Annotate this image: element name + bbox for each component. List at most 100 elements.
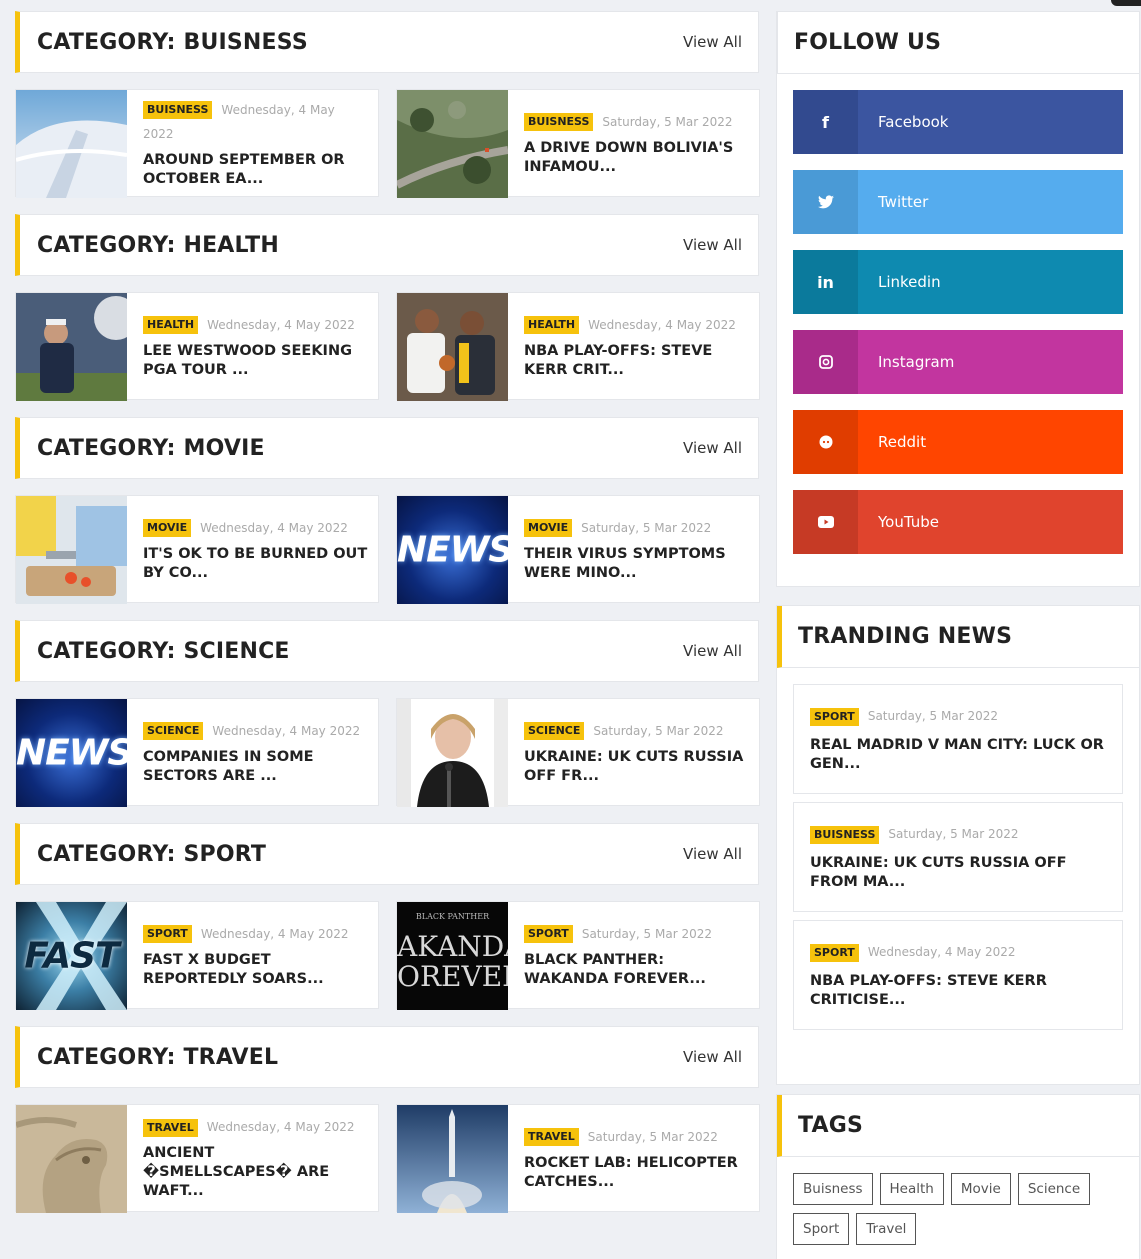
social-label: YouTube [878,513,939,531]
post-headline[interactable]: COMPANIES IN SOME SECTORS ARE ... [143,748,368,786]
category-title: CATEGORY: MOVIE [37,435,265,461]
post-headline[interactable]: ROCKET LAB: HELICOPTER CATCHES... [524,1154,749,1192]
category-section-buisness: CATEGORY: BUISNESS View All BUISNESS Wedn… [15,11,760,214]
post-date: Wednesday, 4 May 2022 [206,1120,355,1134]
social-reddit-button[interactable]: Reddit [793,410,1123,474]
post-headline[interactable]: UKRAINE: UK CUTS RUSSIA OFF FR... [524,748,749,786]
category-badge[interactable]: TRAVEL [524,1128,579,1146]
tag-health[interactable]: Health [879,1173,944,1205]
post-headline[interactable]: LEE WESTWOOD SEEKING PGA TOUR ... [143,342,368,380]
news-card[interactable]: TRAVEL Wednesday, 4 May 2022 ANCIENT �SME… [15,1104,379,1213]
post-headline[interactable]: AROUND SEPTEMBER OR OCTOBER EA... [143,151,368,189]
news-thumbnail[interactable] [397,293,508,401]
category-badge[interactable]: MOVIE [143,519,192,537]
post-headline[interactable]: NBA PLAY-OFFS: STEVE KERR CRIT... [524,342,749,380]
social-facebook-button[interactable]: f Facebook [793,90,1123,154]
category-badge[interactable]: BUISNESS [524,113,594,131]
post-date: Wednesday, 4 May 2022 [212,723,361,738]
post-date: Saturday, 5 Mar 2022 [581,520,712,535]
fast-logo-text: FAST [24,935,119,977]
news-logo-text: NEWS [397,529,508,571]
category-badge[interactable]: SPORT [810,943,859,962]
news-thumbnail[interactable] [397,1105,508,1213]
news-card[interactable]: FAST SPORT Wednesday, 4 May 2022 FAST X B… [15,901,379,1010]
category-badge[interactable]: SCIENCE [524,722,585,740]
category-title: CATEGORY: SPORT [37,841,267,867]
post-headline[interactable]: IT'S OK TO BE BURNED OUT BY CO... [143,545,368,583]
category-badge[interactable]: TRAVEL [143,1118,198,1137]
post-headline[interactable]: NBA PLAY-OFFS: STEVE KERR CRITICISE... [810,972,1106,1010]
category-badge[interactable]: BUISNESS [143,101,213,119]
news-thumbnail[interactable]: BLACK PANTHER AKANDA OREVER [397,902,508,1010]
news-thumbnail[interactable] [397,90,508,198]
category-section-science: CATEGORY: SCIENCE View All NEWS SCIENCE W… [15,620,760,823]
news-card[interactable]: SCIENCE Saturday, 5 Mar 2022 UKRAINE: UK … [396,698,760,807]
social-twitter-button[interactable]: Twitter [793,170,1123,234]
category-header: CATEGORY: HEALTH View All [15,214,759,276]
post-headline[interactable]: REAL MADRID V MAN CITY: LUCK OR GEN... [810,736,1106,774]
view-all-link[interactable]: View All [683,642,742,660]
category-badge[interactable]: SCIENCE [143,722,204,740]
news-card[interactable]: HEALTH Wednesday, 4 May 2022 LEE WESTWOOD… [15,292,379,401]
news-thumbnail[interactable]: FAST [16,902,127,1010]
tag-sport[interactable]: Sport [793,1213,850,1245]
news-thumbnail[interactable] [397,699,508,807]
category-title: CATEGORY: HEALTH [37,232,279,258]
news-thumbnail[interactable] [16,293,127,401]
view-all-link[interactable]: View All [683,439,742,457]
post-date: Wednesday, 4 May 2022 [200,926,349,941]
news-card[interactable]: BLACK PANTHER AKANDA OREVER SPORT Saturda… [396,901,760,1010]
tag-travel[interactable]: Travel [856,1213,917,1245]
news-card[interactable]: TRAVEL Saturday, 5 Mar 2022 ROCKET LAB: H… [396,1104,760,1213]
youtube-icon [793,490,858,554]
social-instagram-button[interactable]: Instagram [793,330,1123,394]
category-badge[interactable]: SPORT [810,707,859,726]
trending-news-widget: TRANDING NEWS SPORT Saturday, 5 Mar 2022 … [776,605,1140,1085]
social-youtube-button[interactable]: YouTube [793,490,1123,554]
news-card[interactable]: NEWS MOVIE Saturday, 5 Mar 2022 THEIR VIR… [396,495,760,604]
news-thumbnail[interactable] [16,496,127,604]
news-card[interactable]: MOVIE Wednesday, 4 May 2022 IT'S OK TO BE… [15,495,379,604]
news-card[interactable]: BUISNESS Saturday, 5 Mar 2022 A DRIVE DOW… [396,89,760,198]
trending-item[interactable]: SPORT Saturday, 5 Mar 2022 REAL MADRID V … [793,684,1123,794]
view-all-link[interactable]: View All [683,1048,742,1066]
news-thumbnail[interactable] [16,1105,127,1213]
category-badge[interactable]: MOVIE [524,519,573,537]
post-headline[interactable]: A DRIVE DOWN BOLIVIA'S INFAMOU... [524,139,749,177]
news-card[interactable]: BUISNESS Wednesday, 4 May 2022 AROUND SEP… [15,89,379,198]
view-all-link[interactable]: View All [683,845,742,863]
trending-item[interactable]: BUISNESS Saturday, 5 Mar 2022 UKRAINE: UK… [793,802,1123,912]
category-header: CATEGORY: SPORT View All [15,823,759,885]
category-badge[interactable]: SPORT [143,925,192,943]
post-headline[interactable]: BLACK PANTHER: WAKANDA FOREVER... [524,951,749,989]
reddit-icon [793,410,858,474]
category-section-travel: CATEGORY: TRAVEL View All TRAVEL Wednesda… [15,1026,760,1229]
follow-us-widget: FOLLOW US f Facebook Twitter in Linkedin [776,11,1140,587]
post-headline[interactable]: THEIR VIRUS SYMPTOMS WERE MINO... [524,545,749,583]
news-thumbnail[interactable]: NEWS [16,699,127,807]
news-card[interactable]: NEWS SCIENCE Wednesday, 4 May 2022 COMPAN… [15,698,379,807]
post-date: Saturday, 5 Mar 2022 [581,926,712,941]
post-date: Saturday, 5 Mar 2022 [867,709,998,723]
category-badge[interactable]: BUISNESS [810,825,880,844]
category-badge[interactable]: HEALTH [143,316,199,334]
news-card[interactable]: HEALTH Wednesday, 4 May 2022 NBA PLAY-OFF… [396,292,760,401]
tag-buisness[interactable]: Buisness [793,1173,873,1205]
category-badge[interactable]: HEALTH [524,316,580,334]
news-thumbnail[interactable]: NEWS [397,496,508,604]
social-label: Instagram [878,353,955,371]
category-badge[interactable]: SPORT [524,925,573,943]
post-headline[interactable]: FAST X BUDGET REPORTEDLY SOARS... [143,951,368,989]
tag-movie[interactable]: Movie [950,1173,1011,1205]
news-thumbnail[interactable] [16,90,127,198]
post-headline[interactable]: UKRAINE: UK CUTS RUSSIA OFF FROM MA... [810,854,1106,892]
social-linkedin-button[interactable]: in Linkedin [793,250,1123,314]
view-all-link[interactable]: View All [683,236,742,254]
widget-header: TAGS [777,1095,1139,1157]
poster-title-2: OREVER [397,960,508,993]
facebook-icon: f [793,90,858,154]
view-all-link[interactable]: View All [683,33,742,51]
trending-item[interactable]: SPORT Wednesday, 4 May 2022 NBA PLAY-OFFS… [793,920,1123,1030]
tag-science[interactable]: Science [1017,1173,1091,1205]
post-headline[interactable]: ANCIENT �SMELLSCAPES� ARE WAFT... [143,1144,368,1201]
